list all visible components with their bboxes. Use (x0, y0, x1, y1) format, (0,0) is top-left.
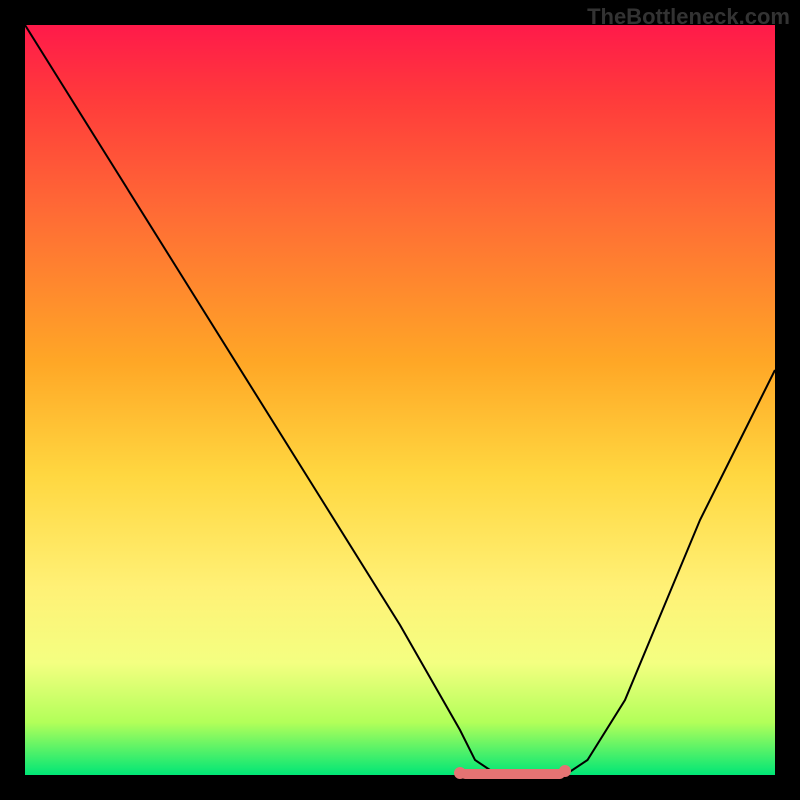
bottleneck-curve (25, 25, 775, 775)
chart-plot-area (25, 25, 775, 775)
watermark-text: TheBottleneck.com (587, 4, 790, 30)
optimal-range-bar (460, 769, 565, 779)
optimal-range-end-dot (559, 765, 571, 777)
optimal-range-start-dot (454, 767, 466, 779)
